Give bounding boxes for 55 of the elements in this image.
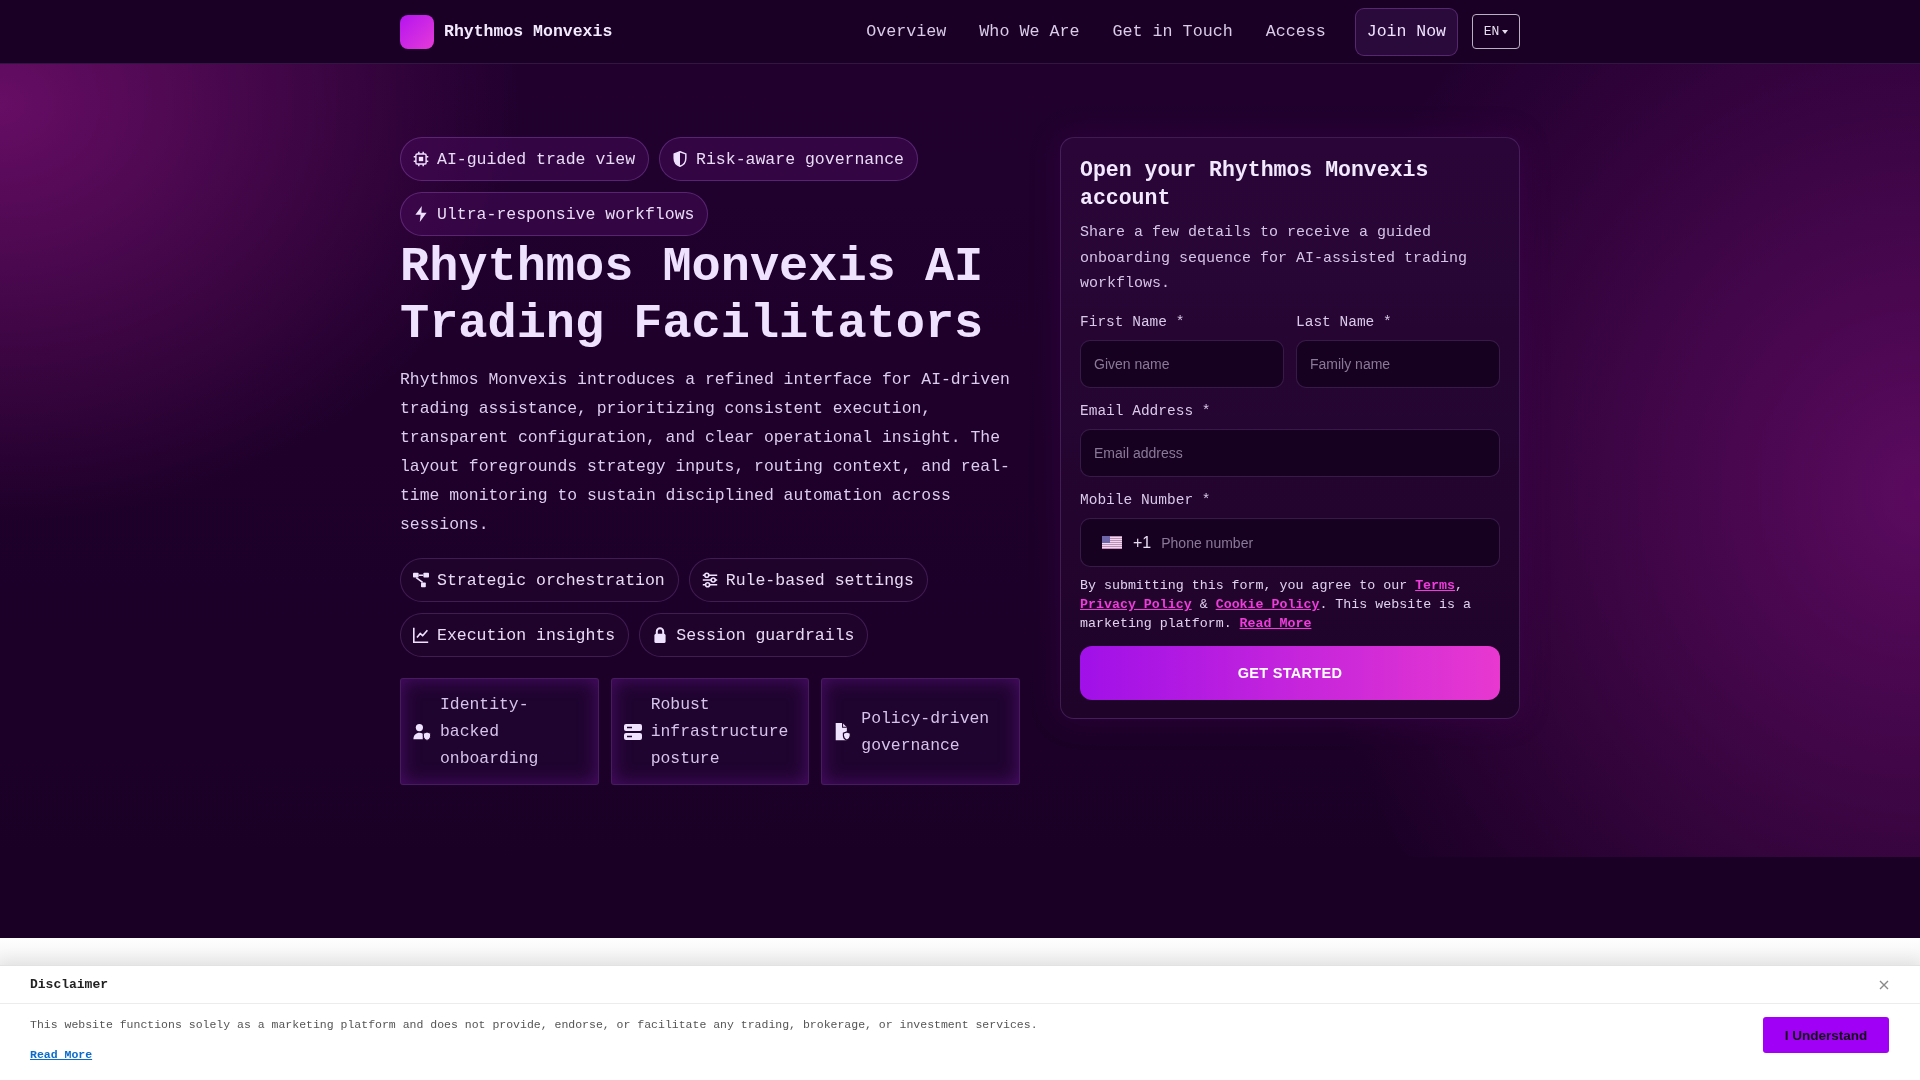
badge-label: Session guardrails	[676, 625, 855, 645]
page-title: Rhythmos Monvexis AI Trading Facilitators	[400, 239, 985, 353]
field-label: Email Address *	[1080, 402, 1212, 422]
name-field[interactable]: Given name	[1080, 340, 1284, 389]
server-icon	[623, 722, 642, 741]
badge-label: Ultra-responsive workflows	[437, 204, 695, 224]
sliders-icon	[701, 572, 718, 588]
badge-label: Execution insights	[437, 625, 616, 645]
lightning-icon	[413, 206, 429, 222]
line-chart-icon	[413, 627, 429, 643]
email-field[interactable]: Email address	[1080, 429, 1500, 478]
nodes-icon	[413, 572, 429, 588]
shield-icon	[672, 151, 689, 167]
dial-code: +1	[1133, 533, 1152, 552]
inline-link[interactable]: Terms	[1415, 578, 1456, 594]
form-title: Open your Rhythmos Monvexis account	[1080, 157, 1430, 212]
language-selector[interactable]: EN	[1472, 14, 1520, 49]
disclaimer-text: This website functions solely as a marketing platform and does not provide, endorse, or facilitate any trading, brokerage, or investment services.	[30, 1017, 1038, 1033]
badge-label: Strategic orchestration	[437, 570, 665, 590]
phone-number-input[interactable]: Phone number	[1161, 534, 1486, 551]
user-shield-icon	[413, 722, 431, 741]
name-field[interactable]: Family name	[1296, 340, 1500, 389]
form-description: Share a few details to receive a guided onboarding sequence for AI-assisted trading workflows.	[1080, 223, 1469, 295]
join-now-button[interactable]: Join Now	[1354, 7, 1458, 56]
chip-icon	[413, 151, 429, 167]
logo-icon	[400, 14, 434, 49]
inline-link[interactable]: Privacy Policy	[1080, 597, 1192, 613]
card-label: Identity-backed onboarding	[440, 694, 540, 770]
flag-icon	[1102, 536, 1122, 550]
field-label: First Name *	[1080, 313, 1186, 333]
inline-link[interactable]: Cookie Policy	[1215, 597, 1320, 613]
disclaimer-title: Disclaimer	[30, 977, 108, 992]
consent-text: By submitting this form, you agree to our Terms, Privacy Policy & Cookie Policy. This website is a marketing platform. Read More	[1080, 577, 1472, 634]
caret-icon	[1502, 29, 1509, 34]
read-more-link[interactable]: Read More	[30, 1047, 93, 1063]
nav-link[interactable]: Overview	[866, 22, 947, 41]
field-label: Mobile Number *	[1080, 491, 1212, 511]
get-started-button[interactable]: GET STARTED	[1080, 646, 1500, 701]
hero-description: Rhythmos Monvexis introduces a refined interface for AI-driven trading assistance, prioritizing consistent execution, transparent configuration, and clear operational insight. The layout foregrounds strategy inputs, routing context, and real-time monitoring to sustain disciplined automation across sessions.	[400, 369, 1011, 536]
phone-field[interactable]: +1 Phone number	[1080, 518, 1500, 568]
nav-link[interactable]: Get in Touch	[1112, 22, 1233, 41]
nav-link[interactable]: Who We Are	[979, 22, 1080, 41]
nav-link[interactable]: Access	[1265, 22, 1326, 41]
close-button[interactable]	[1879, 979, 1889, 990]
inline-link[interactable]: Read More	[1239, 616, 1312, 632]
lock-icon	[652, 627, 669, 643]
badge-label: Risk-aware governance	[696, 149, 904, 169]
badge-label: Rule-based settings	[725, 570, 914, 590]
badge-label: AI-guided trade view	[437, 149, 636, 169]
close-icon	[1879, 979, 1889, 990]
brand-name: Rhythmos Monvexis	[444, 22, 613, 41]
field-label: Last Name *	[1296, 313, 1393, 333]
card-label: Policy-driven governance	[861, 707, 991, 757]
document-shield-icon	[834, 722, 853, 741]
card-label: Robust infrastructure posture	[650, 694, 790, 770]
